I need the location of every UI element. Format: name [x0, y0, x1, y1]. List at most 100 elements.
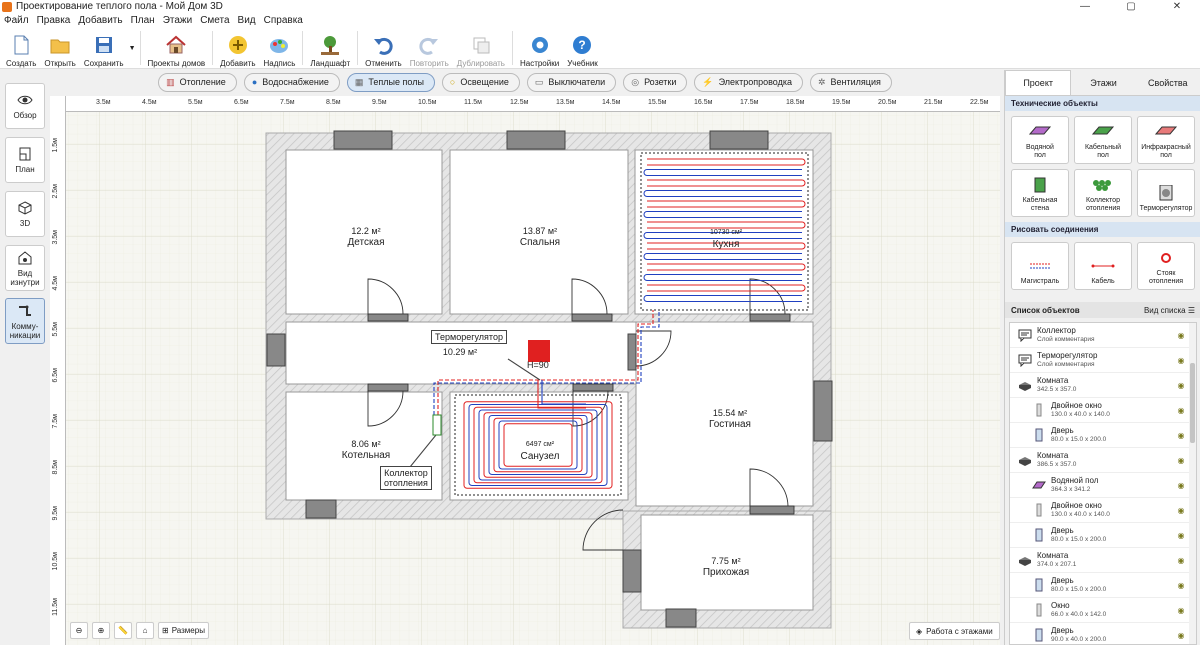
- collector-callout[interactable]: Коллектор отопления: [380, 466, 432, 490]
- zoom-out-button[interactable]: ⊖: [70, 622, 88, 639]
- view-communications-button[interactable]: Комму-никации: [5, 298, 45, 344]
- room-icon: [1018, 453, 1032, 467]
- undo-button[interactable]: Отменить: [361, 28, 406, 68]
- cable-wall-tile[interactable]: Кабельная стена: [1011, 169, 1069, 217]
- menu-help[interactable]: Справка: [260, 15, 307, 26]
- object-subtitle: 90.0 x 40.0 x 200.0: [1051, 636, 1107, 643]
- menu-view[interactable]: Вид: [234, 15, 260, 26]
- category-wiring[interactable]: ⚡ Электропроводка: [694, 72, 803, 92]
- view-overview-button[interactable]: Обзор: [5, 83, 45, 129]
- visibility-eye-icon[interactable]: ◉: [1174, 606, 1188, 615]
- duplicate-button[interactable]: Дублировать: [453, 28, 509, 68]
- object-list-item[interactable]: Двойное окно 130.0 x 40.0 x 140.0 ◉: [1010, 498, 1196, 523]
- category-water[interactable]: ● Водоснабжение: [243, 72, 340, 92]
- menu-file[interactable]: Файл: [0, 15, 33, 26]
- ruler-tick-label: 19.5м: [832, 99, 851, 106]
- menu-floors[interactable]: Этажи: [159, 15, 197, 26]
- paint-icon: [270, 39, 289, 53]
- add-button[interactable]: Добавить: [216, 28, 259, 68]
- measure-button[interactable]: 📏: [114, 622, 132, 639]
- object-list-item[interactable]: Коллектор Слой комментария ◉: [1010, 323, 1196, 348]
- object-list-item[interactable]: Терморегулятор Слой комментария ◉: [1010, 348, 1196, 373]
- menu-estimate[interactable]: Смета: [196, 15, 233, 26]
- water-floor-tile[interactable]: Водяной пол: [1011, 116, 1069, 164]
- switch-icon: ▭: [534, 76, 544, 87]
- tutorial-button[interactable]: ? Учебник: [563, 28, 602, 68]
- object-subtitle: 342.5 x 357.0: [1037, 386, 1077, 393]
- menu-edit[interactable]: Правка: [33, 15, 75, 26]
- object-title: Двойное окно: [1051, 401, 1102, 410]
- object-list-item[interactable]: Комната 374.0 x 207.1 ◉: [1010, 548, 1196, 573]
- cable-tile[interactable]: Кабель: [1074, 242, 1132, 290]
- infrared-floor-tile[interactable]: Инфракрасный пол: [1137, 116, 1195, 164]
- category-ventilation[interactable]: ✲ Вентиляция: [810, 72, 892, 92]
- visibility-eye-icon[interactable]: ◉: [1174, 381, 1188, 390]
- category-heating[interactable]: ▥ Отопление: [158, 72, 237, 92]
- object-list-item[interactable]: Дверь 90.0 x 40.0 x 200.0 ◉: [1010, 623, 1196, 644]
- object-list-item[interactable]: Двойное окно 130.0 x 40.0 x 140.0 ◉: [1010, 398, 1196, 423]
- visibility-eye-icon[interactable]: ◉: [1174, 431, 1188, 440]
- redo-button[interactable]: Повторить: [406, 28, 453, 68]
- tab-project[interactable]: Проект: [1005, 70, 1072, 95]
- view-plan-button[interactable]: План: [5, 137, 45, 183]
- menu-add[interactable]: Добавить: [74, 15, 126, 26]
- zoom-in-button[interactable]: ⊕: [92, 622, 110, 639]
- object-list-item[interactable]: Дверь 80.0 x 15.0 x 200.0 ◉: [1010, 423, 1196, 448]
- open-button[interactable]: Открыть: [40, 28, 79, 68]
- menu-plan[interactable]: План: [127, 15, 159, 26]
- object-list-item[interactable]: Водяной пол 364.3 x 341.2 ◉: [1010, 473, 1196, 498]
- plan-canvas[interactable]: 12.2 м² Детская 13.87 м² Спальня 10730 см²…: [50, 96, 1000, 645]
- visibility-eye-icon[interactable]: ◉: [1174, 406, 1188, 415]
- category-floor-heating[interactable]: ▦ Теплые полы: [346, 72, 435, 92]
- landscape-button[interactable]: Ландшафт: [306, 28, 354, 68]
- category-switches[interactable]: ▭ Выключатели: [526, 72, 617, 92]
- visibility-eye-icon[interactable]: ◉: [1174, 581, 1188, 590]
- scrollbar-thumb[interactable]: [1190, 363, 1195, 443]
- close-button[interactable]: ✕: [1154, 1, 1200, 12]
- settings-button[interactable]: Настройки: [516, 28, 563, 68]
- minimize-button[interactable]: —: [1062, 1, 1108, 12]
- list-view-toggle[interactable]: Вид списка ☰: [1144, 306, 1195, 315]
- left-view-bar: Обзор План 3D Вид изнутри Комму-никации: [0, 70, 50, 645]
- visibility-eye-icon[interactable]: ◉: [1174, 556, 1188, 565]
- create-button[interactable]: Создать: [2, 28, 40, 68]
- object-list-item[interactable]: Комната 342.5 x 357.0 ◉: [1010, 373, 1196, 398]
- object-list-item[interactable]: Дверь 80.0 x 15.0 x 200.0 ◉: [1010, 573, 1196, 598]
- save-button[interactable]: Сохранить: [80, 28, 128, 68]
- category-lighting[interactable]: ○ Освещение: [441, 72, 520, 92]
- tab-floors[interactable]: Этажи: [1071, 70, 1135, 95]
- room-entry-label: 7.75 м² Прихожая: [702, 556, 750, 578]
- view-3d-button[interactable]: 3D: [5, 191, 45, 237]
- object-list-scrollbar[interactable]: [1189, 323, 1196, 644]
- thermostat-tile[interactable]: Терморегулятор: [1137, 169, 1195, 217]
- maximize-button[interactable]: ▢: [1108, 1, 1154, 12]
- ruler-tick-label: 7.5м: [280, 99, 295, 106]
- visibility-eye-icon[interactable]: ◉: [1174, 506, 1188, 515]
- house-projects-button[interactable]: Проекты домов: [144, 28, 210, 68]
- home-view-button[interactable]: ⌂: [136, 622, 154, 639]
- connections-grid: Магистраль Кабель Стояк отопления: [1005, 237, 1200, 295]
- visibility-eye-icon[interactable]: ◉: [1174, 481, 1188, 490]
- save-dropdown[interactable]: ▼: [128, 28, 137, 68]
- cable-floor-tile[interactable]: Кабельный пол: [1074, 116, 1132, 164]
- tab-properties[interactable]: Свойства: [1136, 70, 1200, 95]
- heating-collector-tile[interactable]: Коллектор отопления: [1074, 169, 1132, 217]
- sizes-button[interactable]: ⊞ Размеры: [158, 622, 209, 639]
- main-line-tile[interactable]: Магистраль: [1011, 242, 1069, 290]
- visibility-eye-icon[interactable]: ◉: [1174, 456, 1188, 465]
- category-sockets[interactable]: ◎ Розетки: [623, 72, 688, 92]
- view-inside-button[interactable]: Вид изнутри: [5, 245, 45, 291]
- object-list-item[interactable]: Комната 386.5 x 357.0 ◉: [1010, 448, 1196, 473]
- heating-riser-tile[interactable]: Стояк отопления: [1137, 242, 1195, 290]
- visibility-eye-icon[interactable]: ◉: [1174, 631, 1188, 640]
- thermostat-callout[interactable]: Терморегулятор: [431, 330, 507, 344]
- label-button[interactable]: Надпись: [260, 28, 300, 68]
- object-list-item[interactable]: Дверь 80.0 x 15.0 x 200.0 ◉: [1010, 523, 1196, 548]
- visibility-eye-icon[interactable]: ◉: [1174, 531, 1188, 540]
- object-list-item[interactable]: Окно 66.0 x 40.0 x 142.0 ◉: [1010, 598, 1196, 623]
- visibility-eye-icon[interactable]: ◉: [1174, 356, 1188, 365]
- floors-work-button[interactable]: ◈ Работа с этажами: [909, 622, 1000, 640]
- door-icon: [1032, 428, 1046, 442]
- object-title: Водяной пол: [1051, 476, 1099, 485]
- visibility-eye-icon[interactable]: ◉: [1174, 331, 1188, 340]
